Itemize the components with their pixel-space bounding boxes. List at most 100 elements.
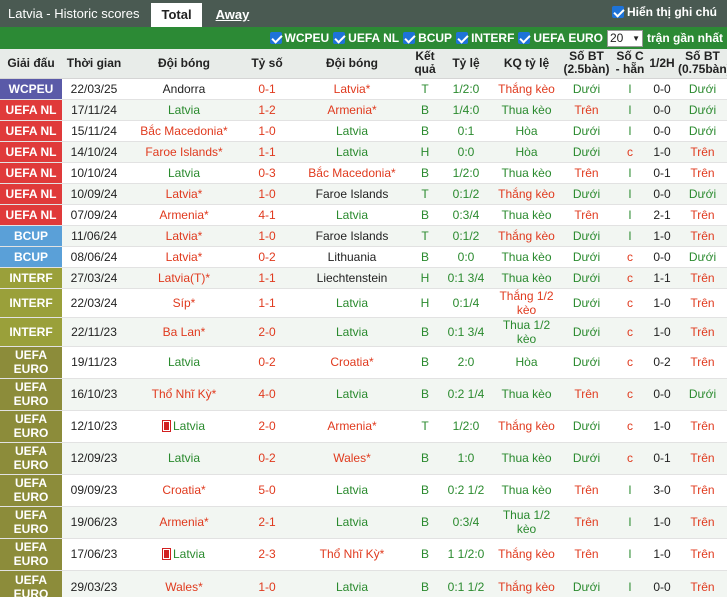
table-row[interactable]: UEFA EURO 29/03/23 Wales* 1-0 Latvia B 0:1 1/2… <box>0 570 727 597</box>
home-team-cell[interactable]: Ba Lan* <box>126 317 242 347</box>
table-row[interactable]: UEFA NL 17/11/24 Latvia 1-2 Armenia* B 1/4:0 Th… <box>0 99 727 121</box>
table-row[interactable]: UEFA EURO 12/10/23 Latvia 2-0 Armenia* T 1/2:0… <box>0 410 727 443</box>
chevron-down-icon: ▼ <box>632 33 640 43</box>
filter-uefa-euro[interactable]: UEFA EURO <box>518 31 603 45</box>
home-team-cell[interactable]: Latvia <box>126 346 242 379</box>
checkbox-icon[interactable] <box>333 32 346 44</box>
score-cell: 2-3 <box>242 538 292 571</box>
home-team-cell[interactable]: Latvia <box>126 162 242 184</box>
table-row[interactable]: UEFA EURO 12/09/23 Latvia 0-2 Wales* B 1:0 Thua… <box>0 442 727 475</box>
table-row[interactable]: UEFA NL 10/10/24 Latvia 0-3 Bắc Macedonia* B 1… <box>0 162 727 184</box>
tab-away[interactable]: Away <box>206 3 260 27</box>
table-row[interactable]: UEFA NL 15/11/24 Bắc Macedonia* 1-0 Latvia B 0… <box>0 120 727 142</box>
date-cell: 22/03/24 <box>62 288 126 318</box>
home-team-cell[interactable]: Bắc Macedonia* <box>126 120 242 142</box>
home-team-cell[interactable]: Andorra <box>126 78 242 100</box>
result-cell: B <box>412 442 438 475</box>
over-under-075-cell: Dưới <box>678 78 727 100</box>
handicap-result-cell: Thắng kèo <box>494 225 559 247</box>
col-header: Số BT (2.5bàn) <box>559 49 614 79</box>
away-team-cell[interactable]: Latvia <box>292 506 412 539</box>
away-team-cell[interactable]: Bắc Macedonia* <box>292 162 412 184</box>
table-row[interactable]: BCUP 08/06/24 Latvia* 0-2 Lithuania B 0:0 Thua … <box>0 246 727 268</box>
filter-bcup[interactable]: BCUP <box>403 31 452 45</box>
away-team-cell[interactable]: Latvia <box>292 317 412 347</box>
home-team-cell[interactable]: Latvia <box>126 538 242 571</box>
home-team-cell[interactable]: Latvia* <box>126 246 242 268</box>
home-team-cell[interactable]: Latvia* <box>126 183 242 205</box>
show-notes-toggle[interactable]: Hiển thị ghi chú <box>612 5 717 19</box>
away-team-cell[interactable]: Armenia* <box>292 410 412 443</box>
filter-uefa-nl[interactable]: UEFA NL <box>333 31 399 45</box>
away-team-cell[interactable]: Latvia <box>292 120 412 142</box>
checkbox-icon[interactable] <box>612 6 624 18</box>
away-team-cell[interactable]: Latvia <box>292 474 412 507</box>
away-team-cell[interactable]: Latvia <box>292 141 412 163</box>
away-team-cell[interactable]: Wales* <box>292 442 412 475</box>
home-team-cell[interactable]: Latvia* <box>126 225 242 247</box>
table-row[interactable]: INTERF 22/11/23 Ba Lan* 2-0 Latvia B 0:1 3/4 Th… <box>0 317 727 347</box>
handicap-result-cell: Thua kèo <box>494 99 559 121</box>
home-team-cell[interactable]: Latvia(T)* <box>126 267 242 289</box>
match-count-select[interactable]: 20 ▼ <box>606 29 643 47</box>
checkbox-icon[interactable] <box>269 32 282 44</box>
date-cell: 09/09/23 <box>62 474 126 507</box>
table-row[interactable]: WCPEU 22/03/25 Andorra 0-1 Latvia* T 1/2:0 Thắn… <box>0 78 727 100</box>
checkbox-icon[interactable] <box>403 32 416 44</box>
over-under-075-cell: Trên <box>678 506 727 539</box>
table-row[interactable]: INTERF 27/03/24 Latvia(T)* 1-1 Liechtenstein… <box>0 267 727 289</box>
home-team-cell[interactable]: Croatia* <box>126 474 242 507</box>
away-team-cell[interactable]: Faroe Islands <box>292 183 412 205</box>
filter-wcpeu[interactable]: WCPEU <box>269 31 329 45</box>
table-row[interactable]: UEFA EURO 19/11/23 Latvia 0-2 Croatia* B 2:0 Hò… <box>0 346 727 379</box>
handicap-result-cell: Thắng 1/2 kèo <box>494 288 559 318</box>
filter-interf[interactable]: INTERF <box>456 31 514 45</box>
away-team-cell[interactable]: Croatia* <box>292 346 412 379</box>
away-team-cell[interactable]: Latvia <box>292 570 412 597</box>
table-row[interactable]: INTERF 22/03/24 Síp* 1-1 Latvia H 0:1/4 Thắng 1… <box>0 288 727 318</box>
over-under-075-cell: Trên <box>678 317 727 347</box>
over-under-cell: Dưới <box>559 141 614 163</box>
table-row[interactable]: UEFA EURO 16/10/23 Thổ Nhĩ Kỳ* 4-0 Latvia B 0:… <box>0 378 727 411</box>
handicap-cell: 0:0 <box>438 141 494 163</box>
table-row[interactable]: UEFA NL 10/09/24 Latvia* 1-0 Faroe Islands T 0… <box>0 183 727 205</box>
away-team-cell[interactable]: Latvia <box>292 378 412 411</box>
away-team-cell[interactable]: Lithuania <box>292 246 412 268</box>
handicap-cell: 2:0 <box>438 346 494 379</box>
tab-total[interactable]: Total <box>151 3 202 27</box>
checkbox-icon[interactable] <box>456 32 469 44</box>
header-bar: Latvia - Historic scores Total Away Hiển… <box>0 0 727 27</box>
table-row[interactable]: UEFA EURO 17/06/23 Latvia 2-3 Thổ Nhĩ Kỳ* B 1 … <box>0 538 727 571</box>
home-team-cell[interactable]: Armenia* <box>126 204 242 226</box>
result-cell: H <box>412 288 438 318</box>
away-team-cell[interactable]: Faroe Islands <box>292 225 412 247</box>
away-team-cell[interactable]: Liechtenstein <box>292 267 412 289</box>
home-team-cell[interactable]: Latvia <box>126 410 242 443</box>
date-cell: 16/10/23 <box>62 378 126 411</box>
half-time-cell: 1-0 <box>646 225 678 247</box>
table-row[interactable]: UEFA NL 07/09/24 Armenia* 4-1 Latvia B 0:3/4 Th… <box>0 204 727 226</box>
date-cell: 17/11/24 <box>62 99 126 121</box>
odd-even-cell: l <box>614 570 646 597</box>
home-team-cell[interactable]: Latvia <box>126 99 242 121</box>
home-team-cell[interactable]: Thổ Nhĩ Kỳ* <box>126 378 242 411</box>
table-row[interactable]: UEFA NL 14/10/24 Faroe Islands* 1-1 Latvia H 0… <box>0 141 727 163</box>
score-cell: 2-0 <box>242 317 292 347</box>
away-team-cell[interactable]: Latvia <box>292 288 412 318</box>
over-under-cell: Trên <box>559 538 614 571</box>
table-row[interactable]: UEFA EURO 09/09/23 Croatia* 5-0 Latvia B 0:2 1… <box>0 474 727 507</box>
home-team-cell[interactable]: Wales* <box>126 570 242 597</box>
away-team-cell[interactable]: Armenia* <box>292 99 412 121</box>
home-team-cell[interactable]: Armenia* <box>126 506 242 539</box>
away-team-cell[interactable]: Latvia* <box>292 78 412 100</box>
away-team-cell[interactable]: Latvia <box>292 204 412 226</box>
table-row[interactable]: BCUP 11/06/24 Latvia* 1-0 Faroe Islands T 0:1/… <box>0 225 727 247</box>
away-team-cell[interactable]: Thổ Nhĩ Kỳ* <box>292 538 412 571</box>
home-team-cell[interactable]: Latvia <box>126 442 242 475</box>
home-team-cell[interactable]: Síp* <box>126 288 242 318</box>
date-cell: 12/09/23 <box>62 442 126 475</box>
home-team-cell[interactable]: Faroe Islands* <box>126 141 242 163</box>
checkbox-icon[interactable] <box>518 32 531 44</box>
date-cell: 07/09/24 <box>62 204 126 226</box>
table-row[interactable]: UEFA EURO 19/06/23 Armenia* 2-1 Latvia B 0:3/4… <box>0 506 727 539</box>
